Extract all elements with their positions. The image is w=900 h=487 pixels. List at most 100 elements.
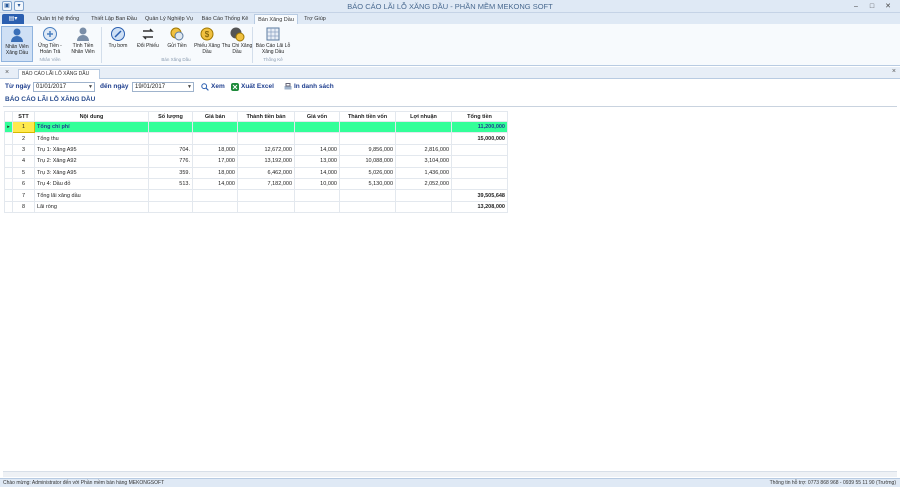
cell-cost-amount[interactable]: 10,088,000 [339, 155, 396, 168]
cell-quantity[interactable]: 513. [148, 177, 193, 191]
table-row[interactable]: 8 Lãi ròng 13,208,000 [4, 200, 508, 214]
cell-cost-price[interactable]: 14,000 [294, 166, 340, 179]
cell-total[interactable] [451, 143, 508, 157]
cell-quantity[interactable] [148, 120, 193, 134]
cell-sale-price[interactable] [192, 132, 238, 145]
table-row[interactable]: 2 Tổng thu 15,000,000 [4, 132, 508, 145]
cell-sale-amount[interactable]: 13,192,000 [237, 155, 295, 168]
cell-cost-amount[interactable]: 5,130,000 [339, 177, 396, 191]
cell-cost-amount[interactable]: 9,856,000 [339, 143, 396, 157]
cell-quantity[interactable] [148, 189, 193, 202]
close-tab-icon[interactable]: × [5, 69, 9, 76]
app-menu-button[interactable]: ▤▾ [2, 14, 24, 24]
cell-content[interactable]: Tổng thu [34, 132, 149, 145]
cell-cost-amount[interactable]: 5,026,000 [339, 166, 396, 179]
cell-sale-amount[interactable]: 12,672,000 [237, 143, 295, 157]
cell-content[interactable]: Tổng lãi xăng dầu [34, 189, 149, 202]
cell-total[interactable] [451, 155, 508, 168]
cell-sale-price[interactable]: 18,000 [192, 143, 238, 157]
table-row[interactable]: ▸ 1 Tổng chi phí 11,200,000 [4, 120, 508, 134]
cell-sale-price[interactable]: 14,000 [192, 177, 238, 191]
tab-reports[interactable]: Báo Cáo Thống Kê [198, 14, 252, 24]
cell-profit[interactable] [395, 120, 452, 134]
table-row[interactable]: 6 Trụ 4: Dầu đỏ 513. 14,000 7,182,000 10… [4, 177, 508, 191]
cell-stt[interactable]: 7 [12, 189, 35, 202]
cell-content[interactable]: Trụ 3: Xăng A95 [34, 166, 149, 179]
cell-profit[interactable] [395, 132, 452, 145]
to-date-picker[interactable]: 19/01/2017 ▼ [132, 82, 194, 92]
tab-fuel-sales[interactable]: Bán Xăng Dầu [254, 14, 298, 24]
cell-cost-amount[interactable] [339, 200, 396, 214]
tab-setup[interactable]: Thiết Lập Ban Đầu [88, 14, 140, 24]
column-header-profit[interactable]: Lợi nhuận [395, 111, 452, 122]
cell-stt[interactable]: 3 [12, 143, 35, 157]
cell-stt[interactable]: 5 [12, 166, 35, 179]
cell-content[interactable]: Tổng chi phí [34, 120, 149, 134]
cell-cost-amount[interactable] [339, 120, 396, 134]
print-list-button[interactable]: In danh sách [284, 82, 334, 92]
cell-sale-amount[interactable] [237, 200, 295, 214]
cell-stt[interactable]: 8 [12, 200, 35, 214]
cell-content[interactable]: Trụ 2: Xăng A92 [34, 155, 149, 168]
cell-profit[interactable]: 2,816,000 [395, 143, 452, 157]
cell-profit[interactable]: 1,436,000 [395, 166, 452, 179]
cell-profit[interactable] [395, 200, 452, 214]
cell-sale-price[interactable]: 18,000 [192, 166, 238, 179]
column-header-sale-amount[interactable]: Thành tiền bán [237, 111, 295, 122]
table-row[interactable]: 3 Trụ 1: Xăng A95 704. 18,000 12,672,000… [4, 143, 508, 157]
tab-help[interactable]: Trợ Giúp [300, 14, 330, 24]
cell-quantity[interactable] [148, 132, 193, 145]
column-header-total[interactable]: Tổng tiền [451, 111, 508, 122]
cell-sale-amount[interactable] [237, 132, 295, 145]
cell-cost-price[interactable]: 14,000 [294, 143, 340, 157]
cell-total[interactable]: 11,200,000 [451, 120, 508, 134]
cell-sale-price[interactable] [192, 200, 238, 214]
cell-sale-amount[interactable]: 7,182,000 [237, 177, 295, 191]
close-document-icon[interactable]: × [892, 68, 896, 75]
table-row[interactable]: 5 Trụ 3: Xăng A95 359. 18,000 6,462,000 … [4, 166, 508, 179]
tab-operations[interactable]: Quản Lý Nghiệp Vụ [142, 14, 196, 24]
cell-stt[interactable]: 4 [12, 155, 35, 168]
cell-sale-price[interactable] [192, 120, 238, 134]
cell-sale-amount[interactable] [237, 189, 295, 202]
cell-quantity[interactable]: 776. [148, 155, 193, 168]
cell-cost-amount[interactable] [339, 189, 396, 202]
from-date-picker[interactable]: 01/01/2017 ▼ [33, 82, 95, 92]
cell-total[interactable]: 39,505,648 [451, 189, 508, 202]
column-header-cost-amount[interactable]: Thành tiền vốn [339, 111, 396, 122]
cell-sale-amount[interactable]: 6,462,000 [237, 166, 295, 179]
cell-sale-amount[interactable] [237, 120, 295, 134]
document-tab-profit-report[interactable]: BÁO CÁO LÃI LỖ XĂNG DẦU [18, 69, 100, 79]
cell-cost-price[interactable]: 13,000 [294, 155, 340, 168]
table-row[interactable]: 7 Tổng lãi xăng dầu 39,505,648 [4, 189, 508, 202]
cell-content[interactable]: Lãi ròng [34, 200, 149, 214]
cell-cost-price[interactable]: 10,000 [294, 177, 340, 191]
dropdown-arrow-icon[interactable]: ▼ [187, 83, 192, 91]
close-icon[interactable]: ✕ [882, 2, 894, 11]
column-header-stt[interactable]: STT [12, 111, 35, 122]
horizontal-scrollbar[interactable] [3, 471, 897, 477]
cell-content[interactable]: Trụ 1: Xăng A95 [34, 143, 149, 157]
cell-quantity[interactable] [148, 200, 193, 214]
view-button[interactable]: Xem [201, 82, 225, 92]
export-excel-button[interactable]: Xuất Excel [231, 82, 274, 92]
cell-cost-amount[interactable] [339, 132, 396, 145]
column-header-cost-price[interactable]: Giá vốn [294, 111, 340, 122]
column-header-quantity[interactable]: Số lượng [148, 111, 193, 122]
cell-cost-price[interactable] [294, 120, 340, 134]
cell-cost-price[interactable] [294, 200, 340, 214]
cell-quantity[interactable]: 704. [148, 143, 193, 157]
cell-quantity[interactable]: 359. [148, 166, 193, 179]
cell-stt[interactable]: 1 [12, 120, 35, 134]
maximize-icon[interactable]: □ [866, 2, 878, 11]
cell-total[interactable]: 13,208,000 [451, 200, 508, 214]
cell-profit[interactable] [395, 189, 452, 202]
cell-profit[interactable]: 3,104,000 [395, 155, 452, 168]
cell-profit[interactable]: 2,052,000 [395, 177, 452, 191]
cell-stt[interactable]: 2 [12, 132, 35, 145]
cell-cost-price[interactable] [294, 132, 340, 145]
cell-total[interactable] [451, 166, 508, 179]
tab-system[interactable]: Quản trị hệ thống [30, 14, 86, 24]
cell-cost-price[interactable] [294, 189, 340, 202]
minimize-icon[interactable]: – [850, 2, 862, 11]
